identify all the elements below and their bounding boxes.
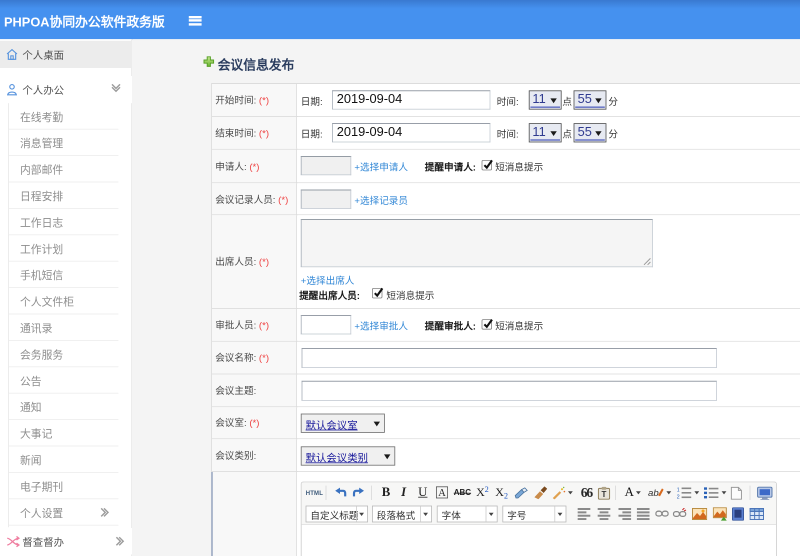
svg-text:T: T <box>602 490 607 499</box>
svg-text:ab: ab <box>648 488 659 499</box>
svg-text:2: 2 <box>677 494 680 499</box>
svg-text:1: 1 <box>677 488 680 494</box>
